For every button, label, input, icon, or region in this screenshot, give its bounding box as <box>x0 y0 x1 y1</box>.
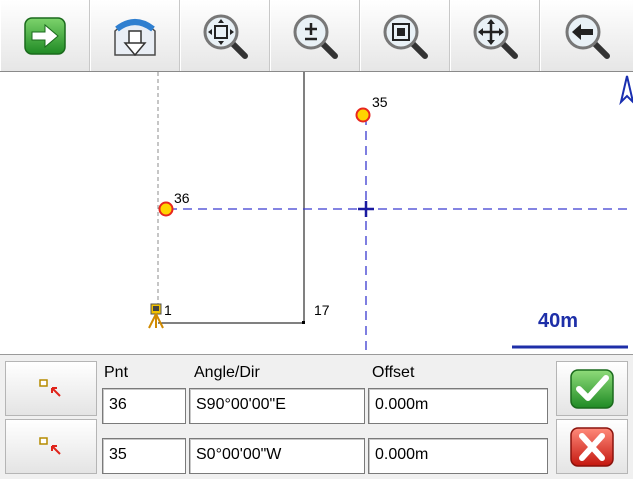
header-angle-dir: Angle/Dir <box>194 364 260 381</box>
angle-field-row-1[interactable]: S90°00'00"E <box>189 388 365 424</box>
scale-label: 40m <box>538 310 579 332</box>
point-36-marker[interactable] <box>158 201 174 217</box>
pnt-field-row-2[interactable]: 35 <box>102 438 186 474</box>
zoom-pan-icon <box>473 14 518 59</box>
intersection-cross-icon <box>358 201 374 217</box>
pick-point-icon <box>39 378 61 397</box>
point-label: 17 <box>314 302 330 318</box>
pan-compass-button[interactable] <box>90 0 180 71</box>
pick-point-button-row-1[interactable] <box>5 361 97 416</box>
instrument-station-icon[interactable] <box>148 303 164 329</box>
green-check-icon <box>570 368 614 409</box>
zoom-previous-button[interactable] <box>540 0 633 71</box>
zoom-window-icon <box>383 14 428 59</box>
point-label: 35 <box>372 94 388 110</box>
north-arrow-icon <box>619 75 633 106</box>
zoom-extents-button[interactable] <box>180 0 270 71</box>
offset-field-row-1[interactable]: 0.000m <box>368 388 548 424</box>
point-35-marker[interactable] <box>355 107 371 123</box>
header-pnt: Pnt <box>104 364 129 381</box>
cancel-button[interactable] <box>556 419 628 474</box>
zoom-pan-button[interactable] <box>450 0 540 71</box>
proceed-button[interactable] <box>0 0 90 71</box>
green-arrow-right-icon <box>24 16 66 55</box>
zoom-extents-icon <box>203 14 248 59</box>
zoom-window-button[interactable] <box>360 0 450 71</box>
pnt-field-row-1[interactable]: 36 <box>102 388 186 424</box>
pick-point-button-row-2[interactable] <box>5 419 97 474</box>
angle-field-row-2[interactable]: S0°00'00"W <box>189 438 365 474</box>
compass-down-arrow-icon <box>114 18 156 56</box>
red-x-icon <box>570 426 614 467</box>
toolbar <box>0 0 633 72</box>
point-label: 1 <box>164 302 172 318</box>
header-offset: Offset <box>372 364 415 381</box>
zoom-back-icon <box>565 14 610 59</box>
intersection-panel: Pnt Angle/Dir Offset 36 S90°00'00"E 0.00… <box>0 354 633 479</box>
pick-point-icon <box>39 436 61 455</box>
offset-field-row-2[interactable]: 0.000m <box>368 438 548 474</box>
accept-button[interactable] <box>556 361 628 416</box>
zoom-plus-minus-icon <box>293 14 338 59</box>
point-17-marker[interactable] <box>302 321 305 324</box>
map-view[interactable]: 36 35 1 17 40m <box>6 72 633 354</box>
point-label: 36 <box>174 190 190 206</box>
zoom-in-out-button[interactable] <box>270 0 360 71</box>
